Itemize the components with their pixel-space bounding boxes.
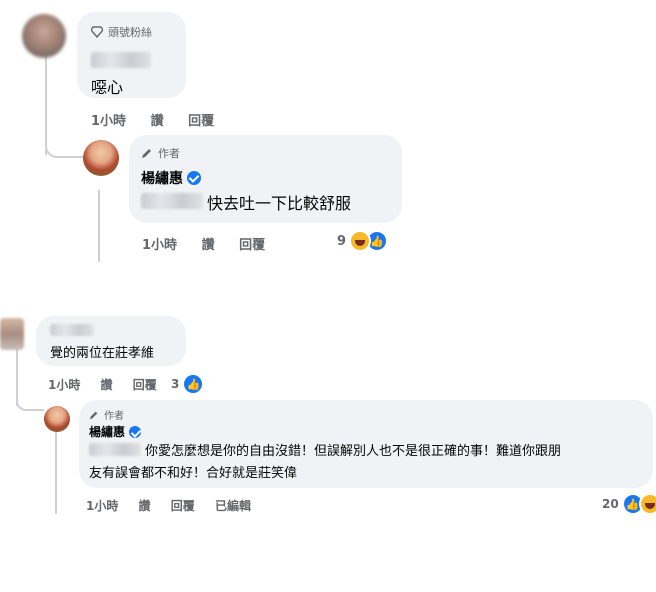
edited-label[interactable]: 已編輯: [215, 497, 251, 514]
like-reaction-icon: 👍: [182, 373, 205, 395]
thread-connector: [45, 140, 85, 158]
thread-line: [98, 190, 100, 262]
reply-actions: 1小時 讚 回覆: [142, 234, 285, 253]
comment-actions: 1小時 讚 回覆: [48, 376, 173, 393]
like-button[interactable]: 讚: [202, 234, 215, 253]
reply-actions: 1小時 讚 回覆 已編輯: [86, 497, 271, 514]
comment-text: 噁心: [91, 78, 124, 97]
commenter-avatar[interactable]: [22, 14, 66, 58]
author-badge: 作者: [141, 145, 180, 161]
author-name[interactable]: 楊繡惠: [89, 423, 142, 440]
verified-badge-icon: [129, 426, 142, 438]
like-button[interactable]: 讚: [151, 110, 164, 129]
reply-button[interactable]: 回覆: [133, 376, 157, 393]
reaction-summary[interactable]: 20 👍: [602, 493, 656, 515]
timestamp[interactable]: 1小時: [142, 234, 177, 253]
thread-line: [55, 430, 57, 514]
timestamp[interactable]: 1小時: [86, 497, 118, 514]
pen-icon: [142, 149, 151, 158]
author-badge: 作者: [89, 407, 124, 422]
thread-connector: [16, 395, 44, 411]
author-name-text: 楊繡惠: [141, 171, 183, 187]
comment-text: 覺的兩位在莊孝維: [50, 346, 155, 361]
author-avatar[interactable]: [44, 406, 70, 432]
reply-button[interactable]: 回覆: [188, 110, 214, 129]
reply-bubble: 作者 楊繡惠 你愛怎麼想是你的自由沒錯！但誤解別人也不是很正確的事！難道你跟朋 …: [79, 400, 653, 488]
reaction-summary[interactable]: 3 👍: [171, 373, 205, 395]
mention-redacted[interactable]: [141, 193, 203, 209]
reply-bubble: 作者 楊繡惠 快去吐一下比較舒服: [129, 135, 402, 223]
commenter-name-redacted[interactable]: [50, 324, 94, 336]
commenter-name-redacted[interactable]: [91, 52, 151, 68]
reaction-summary[interactable]: 9 👍: [337, 230, 389, 252]
reaction-count: 3: [171, 377, 180, 391]
pen-icon: [89, 411, 98, 419]
like-button[interactable]: 讚: [139, 497, 151, 514]
reply-text-line-2: 友有誤會都不和好！合好就是莊笑偉: [89, 466, 298, 481]
reply-text-line-1: 你愛怎麼想是你的自由沒錯！但誤解別人也不是很正確的事！難道你跟朋: [145, 444, 562, 459]
reply-button[interactable]: 回覆: [239, 234, 265, 253]
reply-button[interactable]: 回覆: [171, 497, 195, 514]
haha-reaction-icon: [349, 230, 372, 252]
author-name-text: 楊繡惠: [89, 425, 126, 439]
top-fan-badge: 頭號粉絲: [91, 24, 152, 40]
diamond-icon: [91, 26, 103, 38]
haha-reaction-icon: [638, 493, 656, 515]
author-label: 作者: [158, 147, 180, 160]
author-label: 作者: [104, 411, 124, 422]
verified-badge-icon: [187, 171, 201, 185]
comment-bubble: 覺的兩位在莊孝維: [36, 316, 186, 366]
badge-label: 頭號粉絲: [108, 26, 152, 39]
author-name[interactable]: 楊繡惠: [141, 168, 201, 188]
comment-actions: 1小時 讚 回覆: [91, 110, 234, 129]
timestamp[interactable]: 1小時: [91, 110, 126, 129]
reaction-count: 20: [602, 497, 619, 511]
reaction-count: 9: [337, 233, 347, 249]
timestamp[interactable]: 1小時: [48, 376, 80, 393]
commenter-avatar[interactable]: [0, 318, 24, 350]
reply-text: 快去吐一下比較舒服: [207, 194, 352, 213]
mention-redacted[interactable]: [89, 443, 141, 456]
comment-bubble: 頭號粉絲 噁心: [77, 12, 186, 98]
author-avatar[interactable]: [83, 140, 119, 176]
like-button[interactable]: 讚: [101, 376, 113, 393]
